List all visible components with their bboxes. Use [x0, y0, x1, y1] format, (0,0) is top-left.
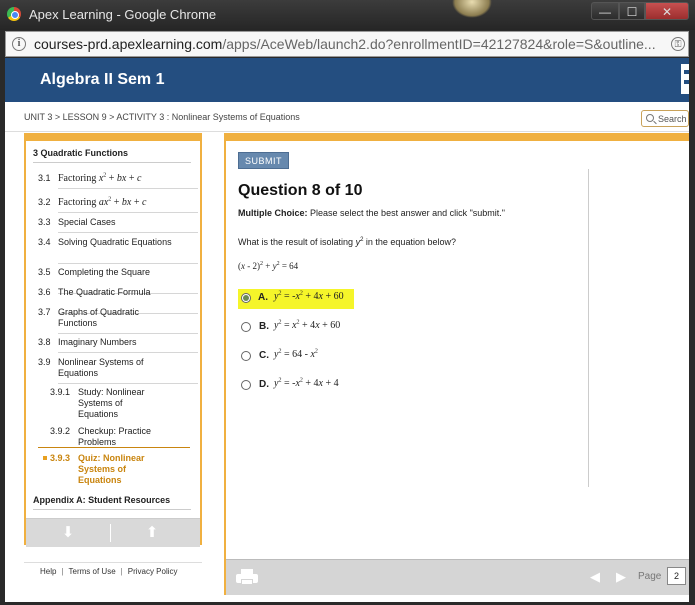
sidebar-item-label: Imaginary Numbers — [58, 337, 137, 347]
sidebar-item-label: Quiz: Nonlinear Systems of Equations — [78, 453, 145, 485]
divider — [38, 447, 190, 448]
choice-expression: y2 = x2 + 4x + 60 — [274, 319, 341, 331]
divider — [588, 169, 589, 487]
print-icon[interactable] — [236, 569, 258, 585]
sidebar-item-number: 3.7 — [38, 307, 51, 317]
breadcrumb: UNIT 3 > LESSON 9 > ACTIVITY 3 : Nonline… — [24, 112, 300, 122]
search-label: Search — [658, 114, 687, 124]
sidebar-item-label: Solving Quadratic Equations — [58, 237, 172, 247]
sidebar-item-number: 3.9.1 — [50, 387, 71, 397]
divider — [58, 188, 198, 189]
sidebar-item-label: The Quadratic Formula — [58, 287, 151, 297]
question-type: Multiple Choice: Please select the best … — [238, 208, 505, 218]
sidebar-item-number: 3.9.2 — [50, 426, 71, 436]
choice-letter: B. — [259, 321, 269, 332]
choice-expression: y2 = 64 - x2 — [274, 348, 318, 360]
divider — [58, 212, 198, 213]
maximize-button[interactable]: ☐ — [619, 2, 645, 20]
title-bar: Apex Learning - Google Chrome — ☐ ✕ — [0, 0, 695, 30]
question-type-label: Multiple Choice: — [238, 208, 308, 218]
choice-letter: C. — [259, 350, 269, 361]
appendix-link[interactable]: Appendix A: Student Resources — [33, 495, 191, 510]
course-header: Algebra II Sem 1 — [5, 58, 689, 102]
radio-button[interactable] — [241, 380, 251, 390]
choice-letter: A. — [258, 292, 268, 303]
search-icon — [646, 114, 654, 122]
taskbar-glow — [452, 0, 492, 18]
sidebar-item-label: Special Cases — [58, 217, 116, 227]
divider — [110, 524, 111, 542]
sidebar-item-label: Factoring ax2 + bx + c — [58, 196, 147, 208]
help-link[interactable]: Help — [40, 567, 56, 576]
choice-letter: D. — [259, 379, 269, 390]
sidebar-item-label: Factoring x2 + bx + c — [58, 172, 142, 184]
active-marker-icon — [43, 456, 47, 460]
question-prompt: What is the result of isolating y2 in th… — [238, 237, 456, 247]
window-title: Apex Learning - Google Chrome — [29, 7, 217, 22]
footer-links: Help | Terms of Use | Privacy Policy — [40, 567, 178, 576]
divider — [58, 352, 198, 353]
page-number-input[interactable]: 2 — [667, 567, 686, 585]
divider — [58, 383, 198, 384]
breadcrumb-bar: UNIT 3 > LESSON 9 > ACTIVITY 3 : Nonline… — [5, 102, 689, 132]
answer-choice-a[interactable]: A. y2 = -x2 + 4x + 60 — [238, 289, 354, 309]
url-host: courses-prd.apexlearning.com — [34, 36, 223, 52]
info-icon[interactable]: i — [12, 37, 26, 51]
sidebar-item-number: 3.2 — [38, 197, 51, 207]
sidebar-item-number: 3.1 — [38, 173, 51, 183]
quiz-toolbar: ◀ ▶ Page 2 — [226, 559, 689, 595]
chrome-logo-icon — [7, 7, 21, 21]
radio-button-selected[interactable] — [241, 293, 251, 303]
scroll-down-arrow-icon[interactable]: ⬇ — [60, 525, 76, 541]
scroll-up-arrow-icon[interactable]: ⬆ — [144, 525, 160, 541]
sidebar-footer: ⬇ ⬆ — [26, 518, 200, 547]
url-text[interactable]: courses-prd.apexlearning.com/apps/AceWeb… — [34, 36, 656, 52]
browser-window: Apex Learning - Google Chrome — ☐ ✕ i co… — [0, 0, 695, 605]
choice-expression: y2 = -x2 + 4x + 4 — [274, 377, 339, 389]
sidebar-item-number: 3.9 — [38, 357, 51, 367]
question-title: Question 8 of 10 — [238, 182, 363, 199]
page-label: Page — [638, 571, 662, 582]
divider — [24, 562, 202, 563]
divider — [58, 232, 198, 233]
lesson-sidebar: 3 Quadratic Functions 3.1 Factoring x2 + … — [24, 133, 202, 547]
sidebar-item-label: Graphs of Quadratic Functions — [58, 307, 140, 328]
minimize-button[interactable]: — — [591, 2, 619, 20]
search-box[interactable]: Search — [641, 110, 689, 127]
choice-expression: y2 = -x2 + 4x + 60 — [274, 290, 344, 302]
submit-button[interactable]: SUBMIT — [238, 152, 290, 169]
sidebar-item-number: 3.8 — [38, 337, 51, 347]
key-icon[interactable]: ⚿ — [671, 37, 685, 51]
terms-link[interactable]: Terms of Use — [69, 567, 116, 576]
previous-page-icon[interactable]: ◀ — [588, 570, 602, 584]
sidebar-item-number: 3.3 — [38, 217, 51, 227]
page-content: Algebra II Sem 1 UNIT 3 > LESSON 9 > ACT… — [5, 58, 689, 602]
address-bar[interactable]: i courses-prd.apexlearning.com/apps/AceW… — [5, 31, 689, 57]
course-title: Algebra II Sem 1 — [40, 71, 165, 88]
sidebar-item-label: Checkup: Practice Problems — [78, 426, 152, 447]
unit-heading[interactable]: 3 Quadratic Functions — [33, 148, 191, 163]
close-button[interactable]: ✕ — [645, 2, 689, 20]
radio-button[interactable] — [241, 351, 251, 361]
url-path: /apps/AceWeb/launch2.do?enrollmentID=421… — [222, 36, 656, 52]
sidebar-item-number: 3.9.3 — [50, 453, 71, 463]
sidebar-item-number: 3.6 — [38, 287, 51, 297]
quiz-panel: SUBMIT Question 8 of 10 Multiple Choice:… — [224, 133, 689, 595]
sidebar-item-label: Completing the Square — [58, 267, 151, 277]
apex-logo-icon — [681, 64, 689, 94]
radio-button[interactable] — [241, 322, 251, 332]
next-page-icon[interactable]: ▶ — [614, 570, 628, 584]
sidebar-item-label: Nonlinear Systems of Equations — [58, 357, 144, 378]
divider — [58, 333, 198, 334]
privacy-link[interactable]: Privacy Policy — [128, 567, 178, 576]
sidebar-item-number: 3.5 — [38, 267, 51, 277]
sidebar-item-label: Study: Nonlinear Systems of Equations — [78, 387, 145, 419]
question-equation: (x - 2)2 + y2 = 64 — [238, 261, 299, 271]
sidebar-item-number: 3.4 — [38, 237, 51, 247]
question-instructions: Please select the best answer and click … — [310, 208, 505, 218]
divider — [58, 263, 198, 264]
